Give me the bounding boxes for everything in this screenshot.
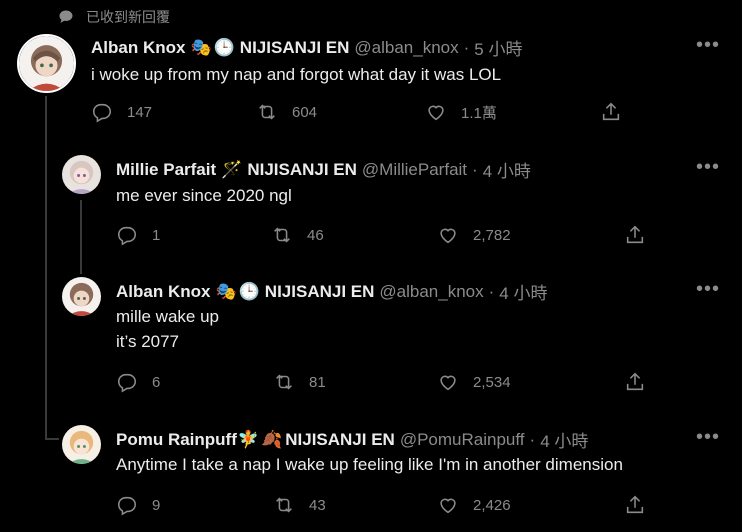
emoji-clock: 🕒 (238, 281, 260, 301)
name-emoji: 🎭 🕒 (190, 38, 234, 58)
separator-dot: · (472, 159, 478, 179)
retweet-button[interactable]: 604 (256, 101, 317, 123)
reply-button[interactable]: 1 (116, 224, 160, 246)
tweet-pomu[interactable]: Pomu Rainpuff 🧚 🍂 NIJISANJI EN @PomuRainp… (0, 410, 742, 532)
share-icon (626, 372, 644, 391)
name-emoji: 🪄 (221, 160, 242, 180)
reply-icon (117, 226, 137, 246)
emoji-masks: 🎭 (190, 37, 212, 57)
handle[interactable]: @MillieParfait (362, 160, 467, 180)
name-emoji: 🎭 🕒 (215, 282, 259, 302)
reply-count: 1 (152, 226, 161, 244)
timestamp[interactable]: 5 小時 (474, 35, 522, 60)
emoji-wand: 🪄 (221, 159, 243, 179)
tweet-alban-main[interactable]: Alban Knox 🎭 🕒 NIJISANJI EN @alban_knox ·… (0, 0, 742, 140)
handle[interactable]: @PomuRainpuff (400, 430, 525, 450)
timestamp[interactable]: 4 小時 (499, 279, 547, 304)
share-icon (626, 495, 644, 514)
retweet-icon (276, 374, 292, 390)
emoji-leaf: 🍂 (261, 429, 283, 449)
share-icon (626, 225, 644, 244)
like-count: 2,534 (473, 373, 511, 391)
retweet-count: 604 (292, 103, 318, 121)
tweet-text: Anytime I take a nap I wake up feeling l… (116, 455, 623, 474)
like-count: 2,782 (473, 226, 511, 244)
like-button[interactable]: 2,534 (437, 371, 511, 393)
share-button[interactable] (600, 101, 622, 123)
reply-button[interactable]: 9 (116, 494, 160, 516)
tweet-text: i woke up from my nap and forgot what da… (91, 65, 502, 84)
retweet-icon (259, 104, 275, 120)
share-button[interactable] (624, 371, 646, 393)
retweet-count: 81 (309, 373, 326, 391)
like-button[interactable]: 1.1萬 (425, 101, 497, 123)
affiliation: NIJISANJI EN (264, 281, 375, 301)
display-name[interactable]: Millie Parfait (116, 160, 216, 180)
avatar[interactable] (17, 34, 76, 93)
reply-icon (92, 103, 112, 123)
name-emoji: 🧚 🍂 (238, 430, 282, 450)
like-button[interactable]: 2,782 (437, 224, 511, 246)
more-icon[interactable]: ••• (696, 279, 720, 299)
emoji-fairy: 🧚 (237, 429, 260, 449)
heart-icon (440, 498, 456, 514)
separator-dot: · (463, 37, 470, 57)
share-button[interactable] (624, 494, 646, 516)
tweet-text: me ever since 2020 ngl (116, 186, 292, 205)
emoji-masks: 🎭 (215, 281, 237, 301)
reply-icon (117, 496, 137, 516)
share-icon (602, 102, 620, 121)
heart-icon (440, 375, 456, 391)
avatar[interactable] (62, 425, 101, 464)
tweet-alban-reply[interactable]: Alban Knox 🎭 🕒 NIJISANJI EN @alban_knox ·… (0, 262, 742, 410)
reply-icon (117, 373, 137, 393)
retweet-button[interactable]: 43 (273, 494, 326, 516)
heart-icon (440, 228, 456, 244)
display-name[interactable]: Alban Knox (91, 38, 185, 58)
avatar[interactable] (62, 155, 101, 194)
timestamp[interactable]: 4 小時 (483, 157, 531, 182)
handle[interactable]: @alban_knox (354, 38, 458, 58)
affiliation: NIJISANJI EN (247, 159, 357, 179)
handle[interactable]: @alban_knox (379, 282, 483, 302)
retweet-button[interactable]: 81 (273, 371, 326, 393)
more-icon[interactable]: ••• (696, 427, 720, 447)
more-icon[interactable]: ••• (696, 157, 720, 177)
display-name[interactable]: Pomu Rainpuff (116, 430, 237, 450)
reply-count: 6 (152, 373, 161, 391)
emoji-clock: 🕒 (213, 37, 235, 57)
affiliation: NIJISANJI EN (285, 429, 395, 449)
tweet-millie[interactable]: Millie Parfait 🪄 NIJISANJI EN @MilliePar… (0, 140, 742, 262)
tweet-text: mille wake up it’s 2077 (116, 307, 219, 351)
reply-count: 9 (152, 496, 161, 514)
avatar[interactable] (62, 277, 101, 316)
retweet-icon (276, 497, 292, 513)
reply-button[interactable]: 147 (91, 101, 152, 123)
retweet-count: 43 (309, 496, 326, 514)
share-button[interactable] (624, 224, 646, 246)
retweet-icon (274, 227, 290, 243)
retweet-button[interactable]: 46 (271, 224, 324, 246)
separator-dot: · (488, 281, 495, 301)
retweet-count: 46 (307, 226, 324, 244)
heart-icon (428, 105, 444, 121)
timestamp[interactable]: 4 小時 (540, 427, 588, 452)
like-count: 1.1萬 (461, 104, 497, 122)
reply-button[interactable]: 6 (116, 371, 160, 393)
more-icon[interactable]: ••• (696, 35, 720, 55)
affiliation: NIJISANJI EN (239, 37, 350, 57)
reply-count: 147 (127, 103, 153, 121)
separator-dot: · (529, 429, 536, 449)
like-button[interactable]: 2,426 (437, 494, 511, 516)
like-count: 2,426 (473, 496, 511, 514)
display-name[interactable]: Alban Knox (116, 282, 210, 302)
